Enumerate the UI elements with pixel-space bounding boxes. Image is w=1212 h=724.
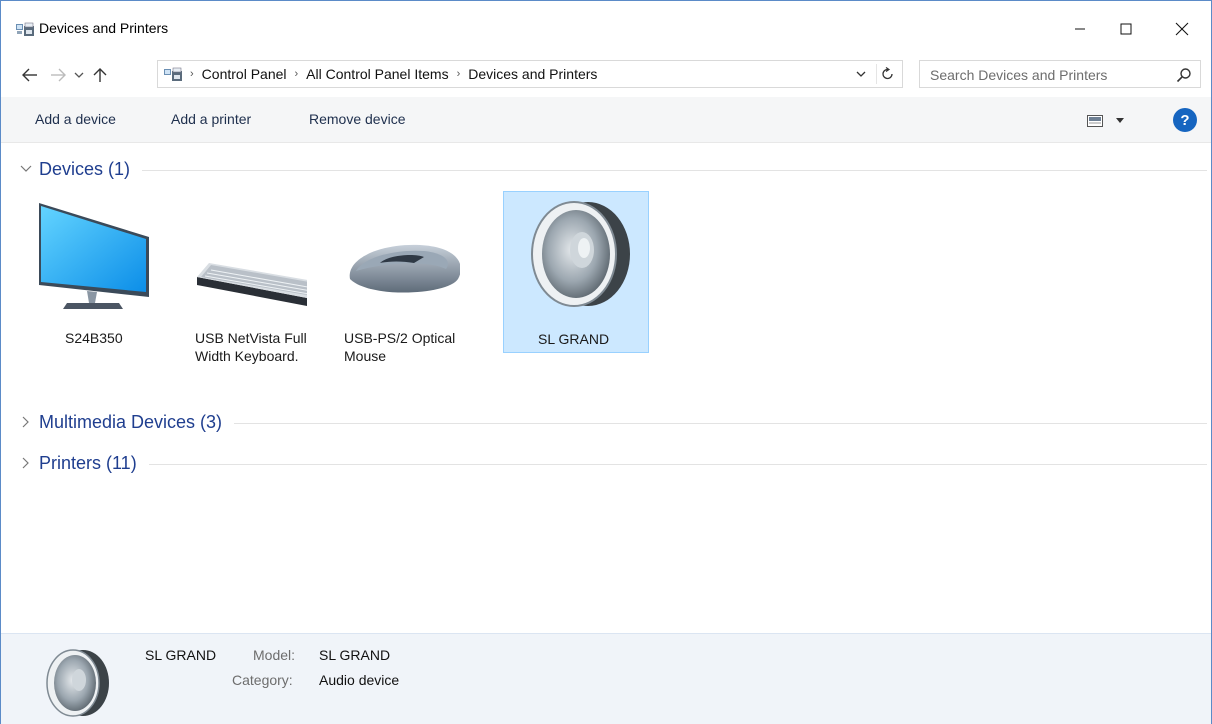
- group-header-printers[interactable]: Printers (11): [19, 451, 1207, 475]
- refresh-button[interactable]: [876, 64, 898, 84]
- device-label: USB NetVista Full Width Keyboard.: [195, 329, 307, 365]
- search-box[interactable]: [919, 60, 1201, 88]
- minimize-icon: [1075, 28, 1085, 30]
- group-header-multimedia[interactable]: Multimedia Devices (3): [19, 410, 1207, 434]
- device-label-line: USB-PS/2 Optical: [344, 330, 456, 346]
- device-list-pane: Devices (1) S24B350 USB NetVista Full Wi…: [1, 144, 1211, 632]
- mouse-icon: [349, 244, 460, 293]
- devices-printers-app-icon: [16, 22, 34, 36]
- help-button[interactable]: ?: [1173, 108, 1197, 132]
- breadcrumb-separator-icon: ›: [190, 68, 194, 80]
- device-tile-keyboard[interactable]: USB NetVista Full Width Keyboard.: [181, 191, 327, 364]
- help-icon: ?: [1180, 111, 1190, 129]
- remove-device-button[interactable]: Remove device: [309, 111, 406, 127]
- breadcrumb-separator-icon: ›: [294, 68, 299, 80]
- title-bar: Devices and Printers: [1, 1, 1211, 53]
- window-title: Devices and Printers: [39, 20, 169, 36]
- add-device-button[interactable]: Add a device: [35, 111, 116, 127]
- change-view-button[interactable]: [1087, 112, 1137, 130]
- device-label-line: USB NetVista Full: [195, 330, 307, 346]
- group-title-printers: Printers (11): [39, 452, 137, 473]
- device-tile-monitor[interactable]: S24B350: [23, 191, 169, 353]
- details-category-value: Audio device: [319, 672, 400, 688]
- breadcrumb-devices-printers[interactable]: Devices and Printers: [468, 66, 597, 82]
- group-header-devices[interactable]: Devices (1): [19, 157, 1207, 181]
- navigation-bar: › Control Panel › All Control Panel Item…: [1, 57, 1211, 93]
- forward-button[interactable]: [47, 63, 69, 87]
- recent-locations-button[interactable]: [71, 63, 87, 87]
- details-pane: SL GRAND Model: SL GRAND Category: Audio…: [1, 633, 1211, 724]
- arrow-right-icon: [51, 68, 66, 82]
- device-label-line: S24B350: [65, 330, 123, 346]
- search-icon[interactable]: [1176, 67, 1192, 83]
- caret-down-icon: [1116, 118, 1124, 123]
- group-divider: [148, 463, 1207, 465]
- device-label-line: SL GRAND: [538, 331, 610, 347]
- device-label: S24B350: [65, 329, 123, 347]
- add-printer-button[interactable]: Add a printer: [171, 111, 251, 127]
- maximize-icon: [1120, 23, 1132, 35]
- details-category-label: Category:: [232, 672, 293, 688]
- back-button[interactable]: [17, 63, 43, 87]
- details-device-name: SL GRAND: [145, 647, 217, 663]
- breadcrumb-separator-icon: ›: [456, 68, 461, 80]
- up-button[interactable]: [89, 63, 111, 87]
- group-title-devices: Devices (1): [39, 158, 131, 179]
- device-tile-speaker[interactable]: SL GRAND: [503, 191, 649, 353]
- device-label-line: Mouse: [344, 348, 387, 364]
- arrow-up-icon: [93, 68, 107, 82]
- group-divider: [234, 422, 1207, 424]
- group-divider: [142, 169, 1207, 171]
- chevron-right-icon: [19, 416, 33, 428]
- monitor-icon: [39, 203, 149, 309]
- refresh-icon: [881, 67, 893, 80]
- speaker-icon: [531, 201, 630, 307]
- search-input[interactable]: [930, 65, 1160, 85]
- device-label: SL GRAND: [538, 330, 609, 348]
- minimize-button[interactable]: [1057, 11, 1103, 47]
- chevron-right-icon: [19, 457, 33, 469]
- details-model-label: Model:: [253, 647, 296, 663]
- maximize-button[interactable]: [1103, 11, 1149, 47]
- address-history-dropdown[interactable]: [852, 65, 870, 83]
- breadcrumb-control-panel[interactable]: Control Panel: [202, 66, 287, 82]
- device-label: USB-PS/2 Optical Mouse: [344, 329, 455, 365]
- chevron-down-icon: [74, 72, 84, 78]
- breadcrumb-all-items[interactable]: All Control Panel Items: [306, 66, 448, 82]
- group-title-multimedia: Multimedia Devices (3): [39, 411, 223, 432]
- details-model-value: SL GRAND: [319, 647, 391, 663]
- speaker-icon: [46, 649, 109, 717]
- close-icon: [1175, 22, 1189, 36]
- close-button[interactable]: [1159, 11, 1205, 47]
- view-options-icon: [1087, 115, 1103, 127]
- devices-and-printers-window: Devices and Printers › Control Panel › A…: [0, 0, 1212, 724]
- address-bar[interactable]: › Control Panel › All Control Panel Item…: [157, 60, 903, 88]
- control-panel-icon: [164, 67, 182, 81]
- device-tile-mouse[interactable]: USB-PS/2 Optical Mouse: [334, 191, 480, 364]
- chevron-down-icon: [856, 71, 866, 77]
- keyboard-icon: [197, 263, 307, 306]
- device-label-line: Width Keyboard.: [195, 348, 299, 364]
- chevron-down-icon: [19, 165, 33, 173]
- arrow-left-icon: [22, 68, 37, 82]
- command-bar: Add a device Add a printer Remove device…: [1, 97, 1211, 143]
